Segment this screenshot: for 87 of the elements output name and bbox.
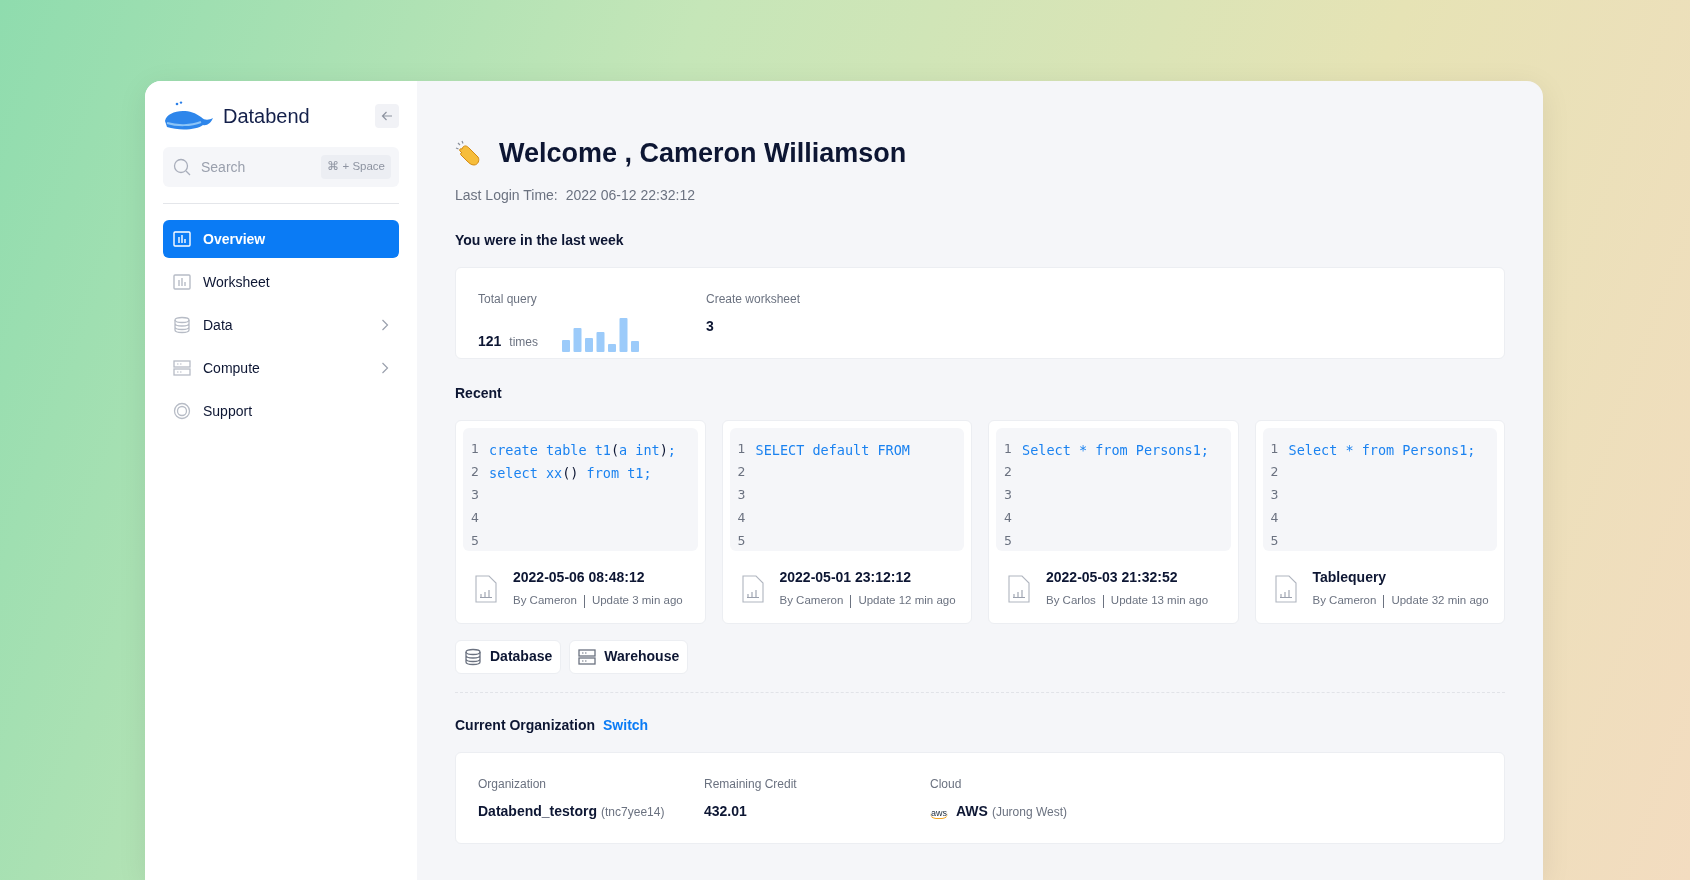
field-value: 432.01 [704, 801, 747, 821]
line-number: 3 [1270, 486, 1280, 505]
worksheet-title: 2022-05-03 21:32:52 [1046, 568, 1179, 588]
stat-value: 121 [478, 332, 502, 352]
line-number: 2 [1270, 463, 1280, 482]
document-chart-icon [1274, 574, 1297, 603]
author-text: By Carlos [1046, 593, 1096, 609]
worksheet-title: 2022-05-01 23:12:12 [779, 568, 913, 588]
last-login-label: Last Login Time: [455, 186, 558, 206]
line-number: 1 [1004, 440, 1013, 459]
code-line: SELECT default FROM [755, 441, 910, 461]
worksheet-card[interactable]: 1 create table t1(a int); 2 select xx() from t1; 3 4 5 2022-05-06 08:48:12 By Cameron Update 3 min ago [455, 420, 706, 624]
field-label: Remaining Credit [704, 775, 798, 793]
sidebar-item[interactable]: Support [163, 392, 399, 430]
aws-logo: aws [930, 808, 948, 819]
stat-unit: times [509, 334, 539, 352]
field-label: Cloud [930, 775, 963, 793]
search-icon [173, 158, 191, 176]
database-icon [464, 647, 482, 666]
welcome-heading: Welcome , Cameron Williamson [499, 137, 907, 170]
stat-value: 3 [706, 317, 714, 337]
sidebar-item[interactable]: Compute [163, 349, 399, 387]
line-number: 5 [471, 532, 480, 551]
section-title: You were in the last week [455, 231, 625, 251]
line-number: 4 [1004, 509, 1013, 528]
switch-link[interactable]: Switch [603, 714, 649, 736]
whale-logo-icon [163, 101, 215, 131]
chart-icon [173, 274, 191, 290]
update-time: Update 12 min ago [858, 593, 956, 609]
server-icon [578, 647, 597, 666]
code-line: select xx() from t1; [489, 464, 652, 484]
field-value: Databend_testorg [478, 801, 598, 821]
line-number: 1 [737, 440, 747, 459]
last-login-time: 2022 06-12 22:32:12 [565, 186, 695, 206]
worksheet-title: Tablequery [1312, 568, 1388, 588]
line-number: 4 [1270, 509, 1280, 528]
shortcut-button[interactable]: Database [455, 639, 562, 674]
line-number: 2 [1004, 463, 1013, 482]
line-number: 3 [1004, 486, 1013, 505]
search-field[interactable]: Search [199, 155, 314, 179]
author-text: By Cameron [513, 593, 577, 609]
stat-label: Create worksheet [706, 291, 802, 309]
line-number: 5 [1004, 532, 1013, 551]
shortcut-button[interactable]: Warehouse [569, 639, 689, 674]
line-number: 5 [737, 532, 747, 551]
worksheet-title: 2022-05-06 08:48:12 [513, 568, 646, 588]
line-number: 2 [737, 463, 747, 482]
document-chart-icon [475, 574, 497, 603]
shortcut-hint: ⌘ + Space [321, 155, 391, 179]
code-line: create table t1(a int); [489, 441, 676, 461]
chart-icon [173, 231, 191, 247]
author-text: By Cameron [1312, 593, 1377, 609]
line-number: 5 [1270, 532, 1280, 551]
field-value: AWS [956, 801, 988, 821]
update-time: Update 3 min ago [591, 593, 683, 609]
line-number: 4 [737, 509, 747, 528]
sidebar-item[interactable]: Overview [163, 220, 399, 258]
field-label: Organization [478, 775, 548, 793]
worksheet-card[interactable]: 1 Select * from Persons1; 2 3 4 5 2022-05-03 21:32:52 By Carlos Update 13 min ago [988, 420, 1239, 624]
document-chart-icon [741, 574, 764, 603]
collapse-button[interactable] [375, 104, 399, 128]
line-number: 1 [1270, 440, 1280, 459]
sidebar-item[interactable]: Worksheet [163, 263, 399, 301]
field-note: (Jurong West) [991, 803, 1068, 821]
server-icon [173, 359, 191, 377]
worksheet-card[interactable]: 1 Select * from Persons1; 2 3 4 5 Tablequery By Cameron Update 32 min ago [1254, 420, 1505, 624]
stat-label: Total query [478, 291, 538, 309]
document-chart-icon [1008, 574, 1030, 603]
lifebuoy-icon [173, 402, 191, 420]
line-number: 4 [471, 509, 480, 528]
worksheet-card[interactable]: 1 SELECT default FROM 2 3 4 5 2022-05-01 23:12:12 By Cameron Update 12 min ago [721, 420, 972, 624]
code-line: Select * from Persons1; [1022, 441, 1209, 461]
code-line: Select * from Persons1; [1288, 441, 1476, 461]
field-note: (tnc7yee14) [601, 803, 665, 821]
arrow-left-icon [381, 110, 393, 122]
section-title: Recent [455, 384, 503, 404]
line-number: 2 [471, 463, 480, 482]
brand-name: Databend [223, 104, 310, 129]
line-number: 3 [471, 486, 480, 505]
update-time: Update 13 min ago [1110, 593, 1209, 609]
database-icon [173, 316, 191, 334]
sidebar-item[interactable]: Data [163, 306, 399, 344]
line-number: 1 [471, 440, 480, 459]
line-number: 3 [737, 486, 747, 505]
author-text: By Cameron [779, 593, 844, 609]
section-title: Current Organization [455, 715, 595, 735]
update-time: Update 32 min ago [1391, 593, 1489, 609]
